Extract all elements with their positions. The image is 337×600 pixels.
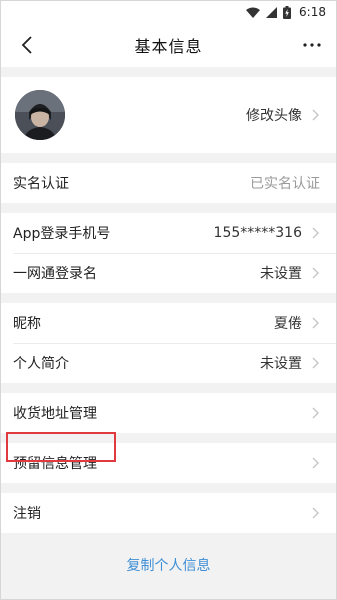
bio-label: 个人简介 bbox=[13, 356, 69, 372]
login-phone-value: 155*****316 bbox=[213, 225, 302, 241]
section-gap bbox=[1, 483, 336, 493]
login-alias-label: 一网通登录名 bbox=[13, 266, 97, 282]
battery-charging-icon bbox=[283, 5, 292, 19]
address-row[interactable]: 收货地址管理 bbox=[1, 393, 336, 433]
back-button[interactable] bbox=[15, 33, 39, 57]
chevron-right-icon bbox=[312, 457, 320, 469]
wifi-icon bbox=[246, 7, 261, 18]
nickname-value: 夏倦 bbox=[274, 316, 302, 332]
avatar bbox=[15, 90, 65, 140]
reserved-info-label: 预留信息管理 bbox=[13, 456, 97, 472]
login-phone-label: App登录手机号 bbox=[13, 226, 111, 242]
signal-icon bbox=[266, 6, 278, 18]
chevron-right-icon bbox=[312, 407, 320, 419]
copy-info-link[interactable]: 复制个人信息 bbox=[1, 555, 336, 575]
chevron-right-icon bbox=[312, 507, 320, 519]
avatar-row[interactable]: 修改头像 bbox=[1, 77, 336, 153]
chevron-right-icon bbox=[312, 357, 320, 369]
section-gap bbox=[1, 203, 336, 213]
chevron-right-icon bbox=[312, 227, 320, 239]
section-gap bbox=[1, 383, 336, 393]
reserved-info-row[interactable]: 预留信息管理 bbox=[1, 443, 336, 483]
bio-row[interactable]: 个人简介 未设置 bbox=[1, 343, 336, 383]
nickname-row[interactable]: 昵称 夏倦 bbox=[1, 303, 336, 343]
nav-bar: 基本信息 bbox=[1, 23, 336, 67]
section-gap bbox=[1, 433, 336, 443]
page-title: 基本信息 bbox=[134, 37, 203, 56]
login-phone-row[interactable]: App登录手机号 155*****316 bbox=[1, 213, 336, 253]
chevron-left-icon bbox=[21, 36, 32, 54]
realname-row[interactable]: 实名认证 已实名认证 bbox=[1, 163, 336, 203]
nickname-label: 昵称 bbox=[13, 316, 41, 332]
deregister-label: 注销 bbox=[13, 506, 41, 522]
status-time: 6:18 bbox=[299, 5, 326, 19]
chevron-right-icon bbox=[312, 317, 320, 329]
login-alias-row[interactable]: 一网通登录名 未设置 bbox=[1, 253, 336, 293]
section-gap bbox=[1, 67, 336, 77]
change-avatar-label: 修改头像 bbox=[246, 108, 302, 124]
more-button[interactable] bbox=[298, 33, 326, 57]
deregister-row[interactable]: 注销 bbox=[1, 493, 336, 533]
address-label: 收货地址管理 bbox=[13, 406, 97, 422]
more-icon bbox=[303, 43, 321, 47]
chevron-right-icon bbox=[312, 109, 320, 121]
section-gap bbox=[1, 293, 336, 303]
screen: 6:18 基本信息 修改头像 实名认证 已实名认证 App登录手机号 155**… bbox=[0, 0, 337, 600]
section-gap bbox=[1, 153, 336, 163]
chevron-right-icon bbox=[312, 267, 320, 279]
realname-status: 已实名认证 bbox=[250, 176, 320, 192]
status-bar: 6:18 bbox=[1, 1, 336, 23]
login-alias-value: 未设置 bbox=[260, 266, 302, 282]
realname-label: 实名认证 bbox=[13, 176, 69, 192]
bio-value: 未设置 bbox=[260, 356, 302, 372]
